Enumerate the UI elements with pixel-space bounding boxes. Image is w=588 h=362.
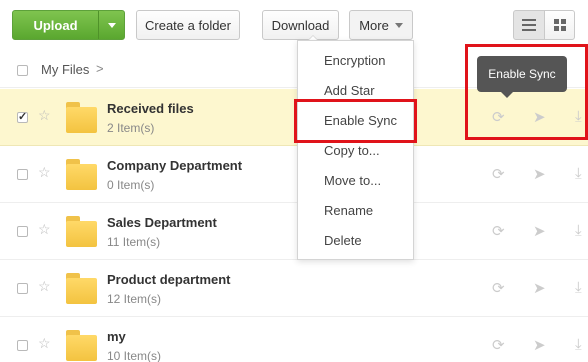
row-checkbox[interactable] (17, 226, 28, 237)
chevron-down-icon (107, 22, 116, 28)
list-view-button[interactable] (513, 10, 545, 40)
list-view-icon (522, 19, 536, 31)
star-icon[interactable]: ☆ (38, 164, 51, 181)
upload-dropdown-toggle[interactable] (98, 11, 124, 39)
sync-icon[interactable]: ⟳ (492, 222, 505, 240)
file-row[interactable]: ☆ Product department 12 Item(s) ⟳ ➤ ⤓ (0, 260, 588, 317)
file-name[interactable]: Sales Department (107, 215, 217, 230)
highlight-enable-sync-menu-item (294, 99, 417, 143)
send-icon[interactable]: ➤ (533, 222, 546, 240)
star-icon[interactable]: ☆ (38, 107, 51, 124)
more-label: More (359, 17, 389, 33)
download-icon[interactable]: ⤓ (575, 165, 582, 182)
star-icon[interactable]: ☆ (38, 221, 51, 238)
breadcrumb-root[interactable]: My Files (41, 62, 89, 77)
sync-icon[interactable]: ⟳ (492, 165, 505, 183)
folder-icon (66, 159, 97, 191)
send-icon[interactable]: ➤ (533, 165, 546, 183)
more-button[interactable]: More (349, 10, 413, 40)
folder-icon (66, 330, 97, 362)
chevron-down-icon (394, 22, 403, 28)
menu-item-encryption[interactable]: Encryption (298, 46, 413, 76)
row-checkbox[interactable] (17, 110, 28, 123)
folder-icon (66, 216, 97, 248)
sync-icon[interactable]: ⟳ (492, 336, 505, 354)
download-icon[interactable]: ⤓ (575, 279, 582, 296)
create-folder-label: Create a folder (145, 17, 231, 33)
file-name[interactable]: Product department (107, 272, 231, 287)
file-count: 0 Item(s) (107, 178, 155, 192)
file-name[interactable]: Received files (107, 101, 194, 116)
folder-icon (66, 273, 97, 305)
file-name[interactable]: my (107, 329, 126, 344)
star-icon[interactable]: ☆ (38, 278, 51, 295)
star-icon[interactable]: ☆ (38, 335, 51, 352)
file-row[interactable]: ☆ my 10 Item(s) ⟳ ➤ ⤓ (0, 317, 588, 362)
upload-label: Upload (33, 17, 78, 33)
menu-item-delete[interactable]: Delete (298, 226, 413, 256)
select-all-checkbox[interactable] (17, 65, 28, 76)
folder-icon (66, 102, 97, 134)
file-count: 11 Item(s) (107, 235, 161, 249)
toolbar: Upload Create a folder Download More (0, 0, 588, 50)
file-count: 12 Item(s) (107, 292, 162, 306)
row-checkbox[interactable] (17, 340, 28, 351)
download-button[interactable]: Download (262, 10, 339, 40)
file-name[interactable]: Company Department (107, 158, 242, 173)
send-icon[interactable]: ➤ (533, 279, 546, 297)
file-count: 10 Item(s) (107, 349, 162, 362)
download-icon[interactable]: ⤓ (575, 222, 582, 239)
upload-button[interactable]: Upload (12, 10, 125, 40)
download-icon[interactable]: ⤓ (575, 336, 582, 353)
menu-item-rename[interactable]: Rename (298, 196, 413, 226)
highlight-sync-action (465, 44, 588, 140)
breadcrumb-separator: > (96, 61, 104, 76)
file-row[interactable]: ☆ Company Department 0 Item(s) ⟳ ➤ ⤓ (0, 146, 588, 203)
grid-view-icon (553, 19, 566, 31)
grid-view-button[interactable] (544, 10, 575, 40)
create-folder-button[interactable]: Create a folder (136, 10, 240, 40)
download-label: Download (271, 17, 330, 33)
file-count: 2 Item(s) (107, 121, 155, 135)
file-row[interactable]: ☆ Sales Department 11 Item(s) ⟳ ➤ ⤓ (0, 203, 588, 260)
send-icon[interactable]: ➤ (533, 336, 546, 354)
more-menu: Encryption Add Star Enable Sync Copy to.… (297, 40, 414, 260)
sync-icon[interactable]: ⟳ (492, 279, 505, 297)
row-checkbox[interactable] (17, 283, 28, 294)
menu-item-move-to[interactable]: Move to... (298, 166, 413, 196)
row-checkbox[interactable] (17, 169, 28, 180)
